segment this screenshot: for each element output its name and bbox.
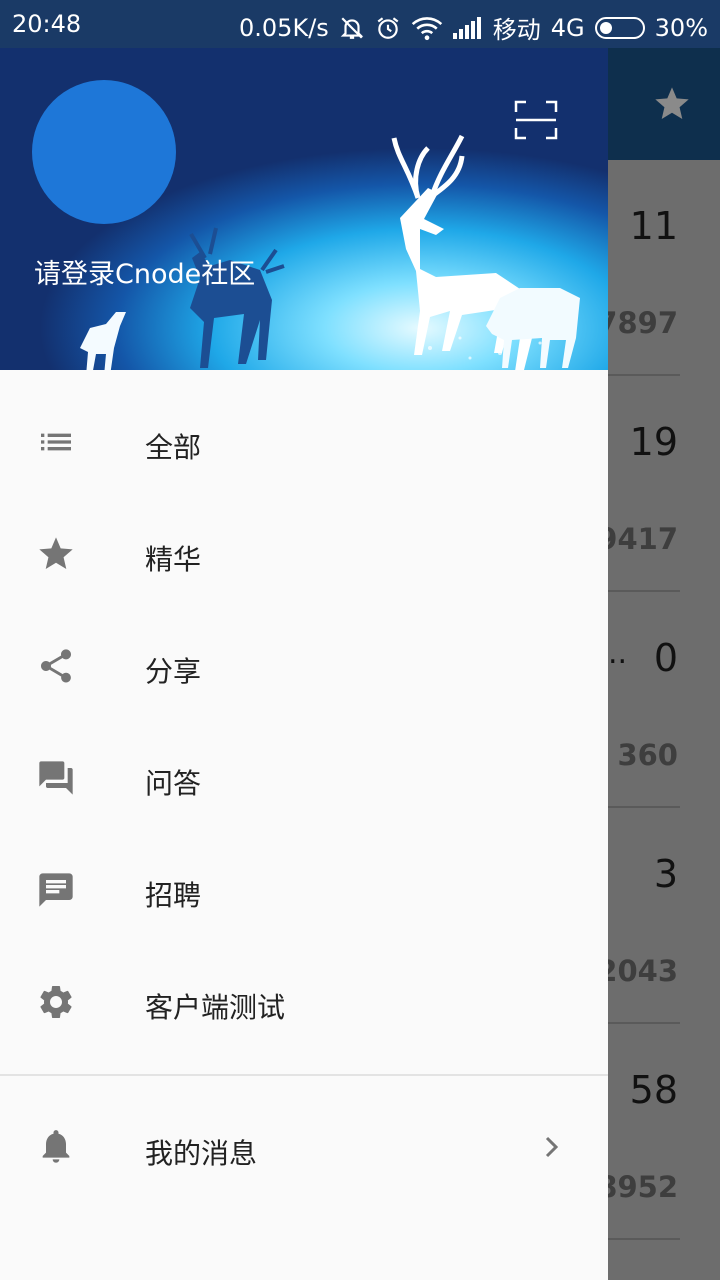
alarm-icon <box>377 16 399 39</box>
qr-scan-icon[interactable] <box>514 100 558 140</box>
title-ellipsis: .. <box>608 636 628 671</box>
signal-icon <box>452 16 481 39</box>
carrier-name: 移动 <box>492 16 541 44</box>
settings-icon <box>40 986 72 1018</box>
list-icon <box>41 433 71 451</box>
favorite-star-icon[interactable] <box>652 84 692 124</box>
navigation-drawer: 请登录Cnode社区 全部 精华 分享 问答 招聘 客户端测试 我的消息 <box>0 0 608 1280</box>
view-count: 8952 <box>597 1170 678 1204</box>
login-prompt[interactable]: 请登录Cnode社区 <box>34 252 255 291</box>
chevron-right-icon <box>545 1136 559 1158</box>
view-count: 9417 <box>597 522 678 556</box>
menu-item-label: 问答 <box>145 767 202 800</box>
network-speed: 0.05K/s <box>239 13 329 42</box>
drawer-header: 请登录Cnode社区 <box>0 48 608 370</box>
menu-item-messages[interactable]: 我的消息 <box>0 1092 608 1204</box>
share-icon <box>41 649 71 683</box>
reply-count: 11 <box>629 204 678 248</box>
battery-fill <box>599 21 612 34</box>
status-right: 0.05K/s 移动 4G 30% <box>239 10 708 45</box>
message-icon <box>39 873 73 907</box>
menu-divider <box>0 1074 608 1076</box>
battery-icon <box>594 16 645 39</box>
menu-item-dev[interactable]: 客户端测试 <box>0 946 608 1058</box>
reply-count: 3 <box>653 852 678 896</box>
row-divider <box>600 1238 680 1240</box>
menu-item-share[interactable]: 分享 <box>0 610 608 722</box>
menu-item-all[interactable]: 全部 <box>0 386 608 498</box>
menu-item-label: 精华 <box>145 543 202 576</box>
menu-item-label: 客户端测试 <box>145 991 286 1024</box>
reply-count: 0 <box>653 636 678 680</box>
wifi-icon <box>411 16 442 40</box>
reply-count: 19 <box>629 420 678 464</box>
menu-item-label: 我的消息 <box>145 1137 258 1170</box>
forum-icon <box>39 761 73 795</box>
status-bar: 20:48 0.05K/s 移动 4G 30% <box>0 0 720 48</box>
view-count: 2043 <box>597 954 678 988</box>
view-count: 7897 <box>597 306 678 340</box>
menu-item-label: 全部 <box>145 431 202 464</box>
menu-item-label: 分享 <box>145 655 202 688</box>
menu-item-label: 招聘 <box>145 879 202 912</box>
menu-item-job[interactable]: 招聘 <box>0 834 608 946</box>
reply-count: 58 <box>629 1068 678 1112</box>
star-icon <box>39 537 73 569</box>
user-avatar[interactable] <box>32 80 176 224</box>
network-type: 4G <box>550 13 585 42</box>
status-time: 20:48 <box>12 10 82 38</box>
view-count: 360 <box>617 738 678 772</box>
menu-item-ask[interactable]: 问答 <box>0 722 608 834</box>
bell-icon <box>42 1130 70 1163</box>
battery-percent: 30% <box>654 13 708 42</box>
menu-item-good[interactable]: 精华 <box>0 498 608 610</box>
mute-bell-icon <box>340 16 364 39</box>
drawer-menu: 全部 精华 分享 问答 招聘 客户端测试 <box>0 386 608 1058</box>
